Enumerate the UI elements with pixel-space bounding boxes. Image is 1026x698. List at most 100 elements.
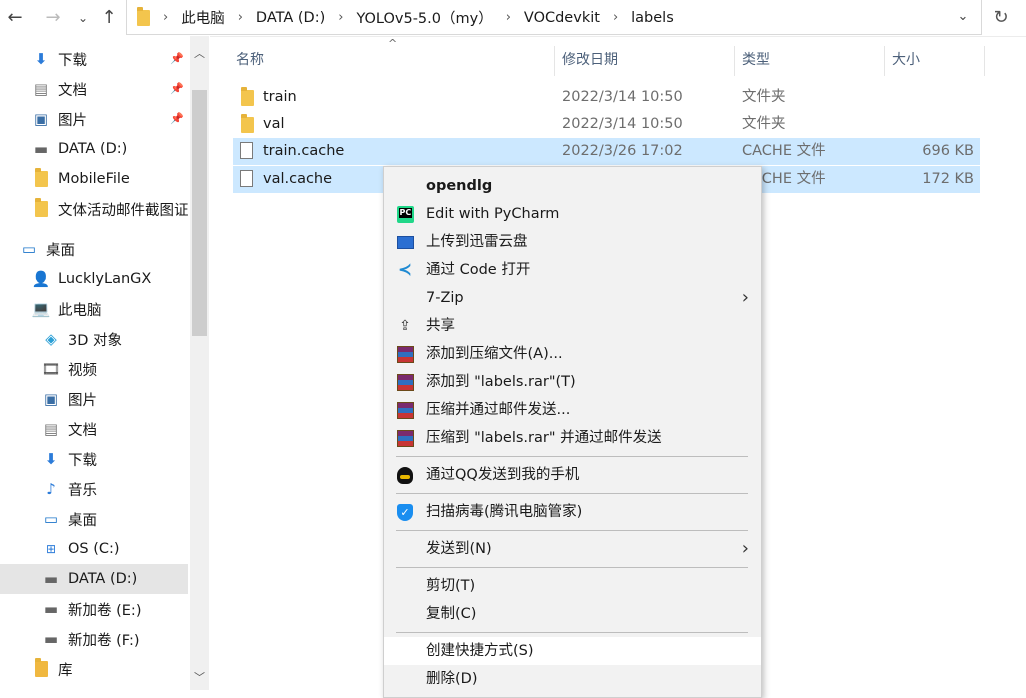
menu-item-xunlei-upload[interactable]: 上传到迅雷云盘: [384, 228, 761, 256]
breadcrumb-this-pc[interactable]: 此电脑: [181, 7, 225, 28]
nav-item-quick-pictures[interactable]: ▣ 图片 📌: [0, 104, 188, 134]
submenu-arrow-icon: ›: [741, 538, 749, 559]
desktop-icon: ▭: [21, 240, 37, 258]
breadcrumb-data-drive[interactable]: DATA (D:): [256, 10, 325, 26]
nav-item-volume-f[interactable]: ▬ 新加卷 (F:): [0, 624, 188, 654]
download-arrow-icon: ⬇: [44, 450, 58, 468]
menu-item-delete[interactable]: 删除(D): [384, 665, 761, 693]
windows-drive-icon: ⊞: [45, 542, 57, 556]
breadcrumb-yolov5[interactable]: YOLOv5-5.0（my）: [356, 7, 492, 28]
table-row[interactable]: train.cache 2022/3/26 17:02 CACHE 文件 696…: [233, 138, 980, 165]
nav-item-desktop[interactable]: ▭ 桌面: [0, 504, 188, 534]
menu-item-compress-labels-email[interactable]: 压缩到 "labels.rar" 并通过邮件发送: [384, 424, 761, 452]
qq-icon: [396, 466, 414, 484]
menu-item-copy[interactable]: 复制(C): [384, 600, 761, 628]
breadcrumb-labels[interactable]: labels: [631, 10, 674, 26]
table-row[interactable]: train 2022/3/14 10:50 文件夹: [233, 84, 980, 111]
column-divider[interactable]: [984, 46, 985, 76]
drive-icon: ▬: [43, 630, 59, 648]
table-row[interactable]: val 2022/3/14 10:50 文件夹: [233, 111, 980, 138]
refresh-icon[interactable]: ↻: [986, 4, 1016, 32]
menu-item-cut[interactable]: 剪切(T): [384, 572, 761, 600]
recent-locations-chevron-icon[interactable]: ⌄: [72, 6, 94, 30]
breadcrumb-separator-icon[interactable]: ›: [238, 10, 243, 25]
nav-item-documents[interactable]: ▤ 文档: [0, 414, 188, 444]
nav-item-desktop-root[interactable]: ▭ 桌面: [0, 234, 188, 264]
share-icon: ⇪: [399, 318, 411, 334]
column-header-date[interactable]: 修改日期: [562, 46, 618, 74]
menu-item-edit-pycharm[interactable]: Edit with PyCharm: [384, 200, 761, 228]
menu-item-opendlg[interactable]: opendlg: [384, 172, 761, 200]
vscode-icon: ≺: [397, 260, 413, 280]
scroll-down-arrow-icon[interactable]: ﹀: [190, 668, 209, 688]
nav-scrollbar-thumb[interactable]: [192, 90, 207, 336]
forward-arrow-icon[interactable]: →: [42, 6, 64, 30]
film-icon: 🎞: [41, 360, 61, 378]
menu-item-qq-send[interactable]: 通过QQ发送到我的手机: [384, 461, 761, 489]
column-header-name[interactable]: 名称: [236, 46, 264, 74]
nav-item-user[interactable]: 👤 LucklyLanGX: [0, 264, 188, 294]
folder-icon: [241, 114, 254, 133]
nav-item-volume-e[interactable]: ▬ 新加卷 (E:): [0, 594, 188, 624]
nav-item-quick-documents[interactable]: ▤ 文档 📌: [0, 74, 188, 104]
file-type: CACHE 文件: [742, 143, 826, 159]
document-icon: ▤: [33, 80, 49, 98]
breadcrumb-separator-icon[interactable]: ›: [506, 10, 511, 25]
menu-separator: [396, 456, 748, 457]
winrar-icon: [396, 401, 414, 419]
menu-item-open-vscode[interactable]: ≺ 通过 Code 打开: [384, 256, 761, 284]
back-arrow-icon[interactable]: ←: [4, 6, 26, 30]
nav-item-libraries[interactable]: 库: [0, 654, 188, 684]
nav-item-videos[interactable]: 🎞 视频: [0, 354, 188, 384]
column-header-type[interactable]: 类型: [742, 46, 770, 74]
column-header-size[interactable]: 大小: [892, 46, 920, 74]
scroll-up-arrow-icon[interactable]: ︿: [190, 44, 209, 64]
menu-separator: [396, 493, 748, 494]
picture-icon: ▣: [43, 390, 59, 408]
nav-item-data-d[interactable]: ▬ DATA (D:): [0, 564, 188, 594]
cube-3d-icon: ◈: [45, 330, 57, 348]
nav-item-this-pc[interactable]: 💻 此电脑: [0, 294, 188, 324]
download-arrow-icon: ⬇: [34, 50, 48, 68]
pin-icon[interactable]: 📌: [170, 112, 184, 125]
pin-icon[interactable]: 📌: [170, 52, 184, 65]
breadcrumb-separator-icon[interactable]: ›: [163, 10, 168, 25]
column-divider[interactable]: [734, 46, 735, 76]
navigation-pane: ⬇ 下载 📌 ▤ 文档 📌 ▣ 图片 📌 ▬ DATA (D:) MobileF…: [0, 36, 210, 690]
file-size: 172 KB: [922, 171, 974, 187]
file-date: 2022/3/14 10:50: [562, 116, 683, 132]
menu-item-compress-email[interactable]: 压缩并通过邮件发送...: [384, 396, 761, 424]
up-arrow-icon[interactable]: ↑: [98, 6, 120, 30]
tencent-shield-icon: ✓: [396, 503, 414, 521]
menu-item-7zip[interactable]: 7-Zip ›: [384, 284, 761, 312]
breadcrumb-separator-icon[interactable]: ›: [613, 10, 618, 25]
nav-item-activity-folder[interactable]: 文体活动邮件截图证: [0, 194, 188, 224]
nav-item-3d-objects[interactable]: ◈ 3D 对象: [0, 324, 188, 354]
menu-item-add-to-labels-rar[interactable]: 添加到 "labels.rar"(T): [384, 368, 761, 396]
pin-icon[interactable]: 📌: [170, 82, 184, 95]
menu-separator: [396, 632, 748, 633]
nav-item-pictures[interactable]: ▣ 图片: [0, 384, 188, 414]
document-icon: ▤: [43, 420, 59, 438]
nav-item-quick-downloads[interactable]: ⬇ 下载 📌: [0, 44, 188, 74]
nav-item-quick-data-drive[interactable]: ▬ DATA (D:): [0, 134, 188, 164]
address-bar[interactable]: › 此电脑 › DATA (D:) › YOLOv5-5.0（my） › VOC…: [126, 0, 982, 35]
nav-item-os-c[interactable]: ⊞ OS (C:): [0, 534, 188, 564]
column-divider[interactable]: [554, 46, 555, 76]
nav-item-mobilefile[interactable]: MobileFile: [0, 164, 188, 194]
file-type: 文件夹: [742, 116, 786, 132]
menu-separator: [396, 530, 748, 531]
menu-item-create-shortcut[interactable]: 创建快捷方式(S): [384, 637, 761, 665]
breadcrumb-vocdevkit[interactable]: VOCdevkit: [524, 10, 600, 26]
menu-item-virus-scan[interactable]: ✓ 扫描病毒(腾讯电脑管家): [384, 498, 761, 526]
menu-item-send-to[interactable]: 发送到(N) ›: [384, 535, 761, 563]
menu-item-add-to-archive[interactable]: 添加到压缩文件(A)...: [384, 340, 761, 368]
column-divider[interactable]: [884, 46, 885, 76]
file-icon: [240, 170, 253, 187]
menu-item-share[interactable]: ⇪ 共享: [384, 312, 761, 340]
nav-item-downloads[interactable]: ⬇ 下载: [0, 444, 188, 474]
breadcrumb-separator-icon[interactable]: ›: [338, 10, 343, 25]
address-dropdown-chevron-icon[interactable]: ⌄: [953, 6, 973, 28]
nav-item-music[interactable]: ♪ 音乐: [0, 474, 188, 504]
computer-icon: 💻: [31, 300, 51, 318]
